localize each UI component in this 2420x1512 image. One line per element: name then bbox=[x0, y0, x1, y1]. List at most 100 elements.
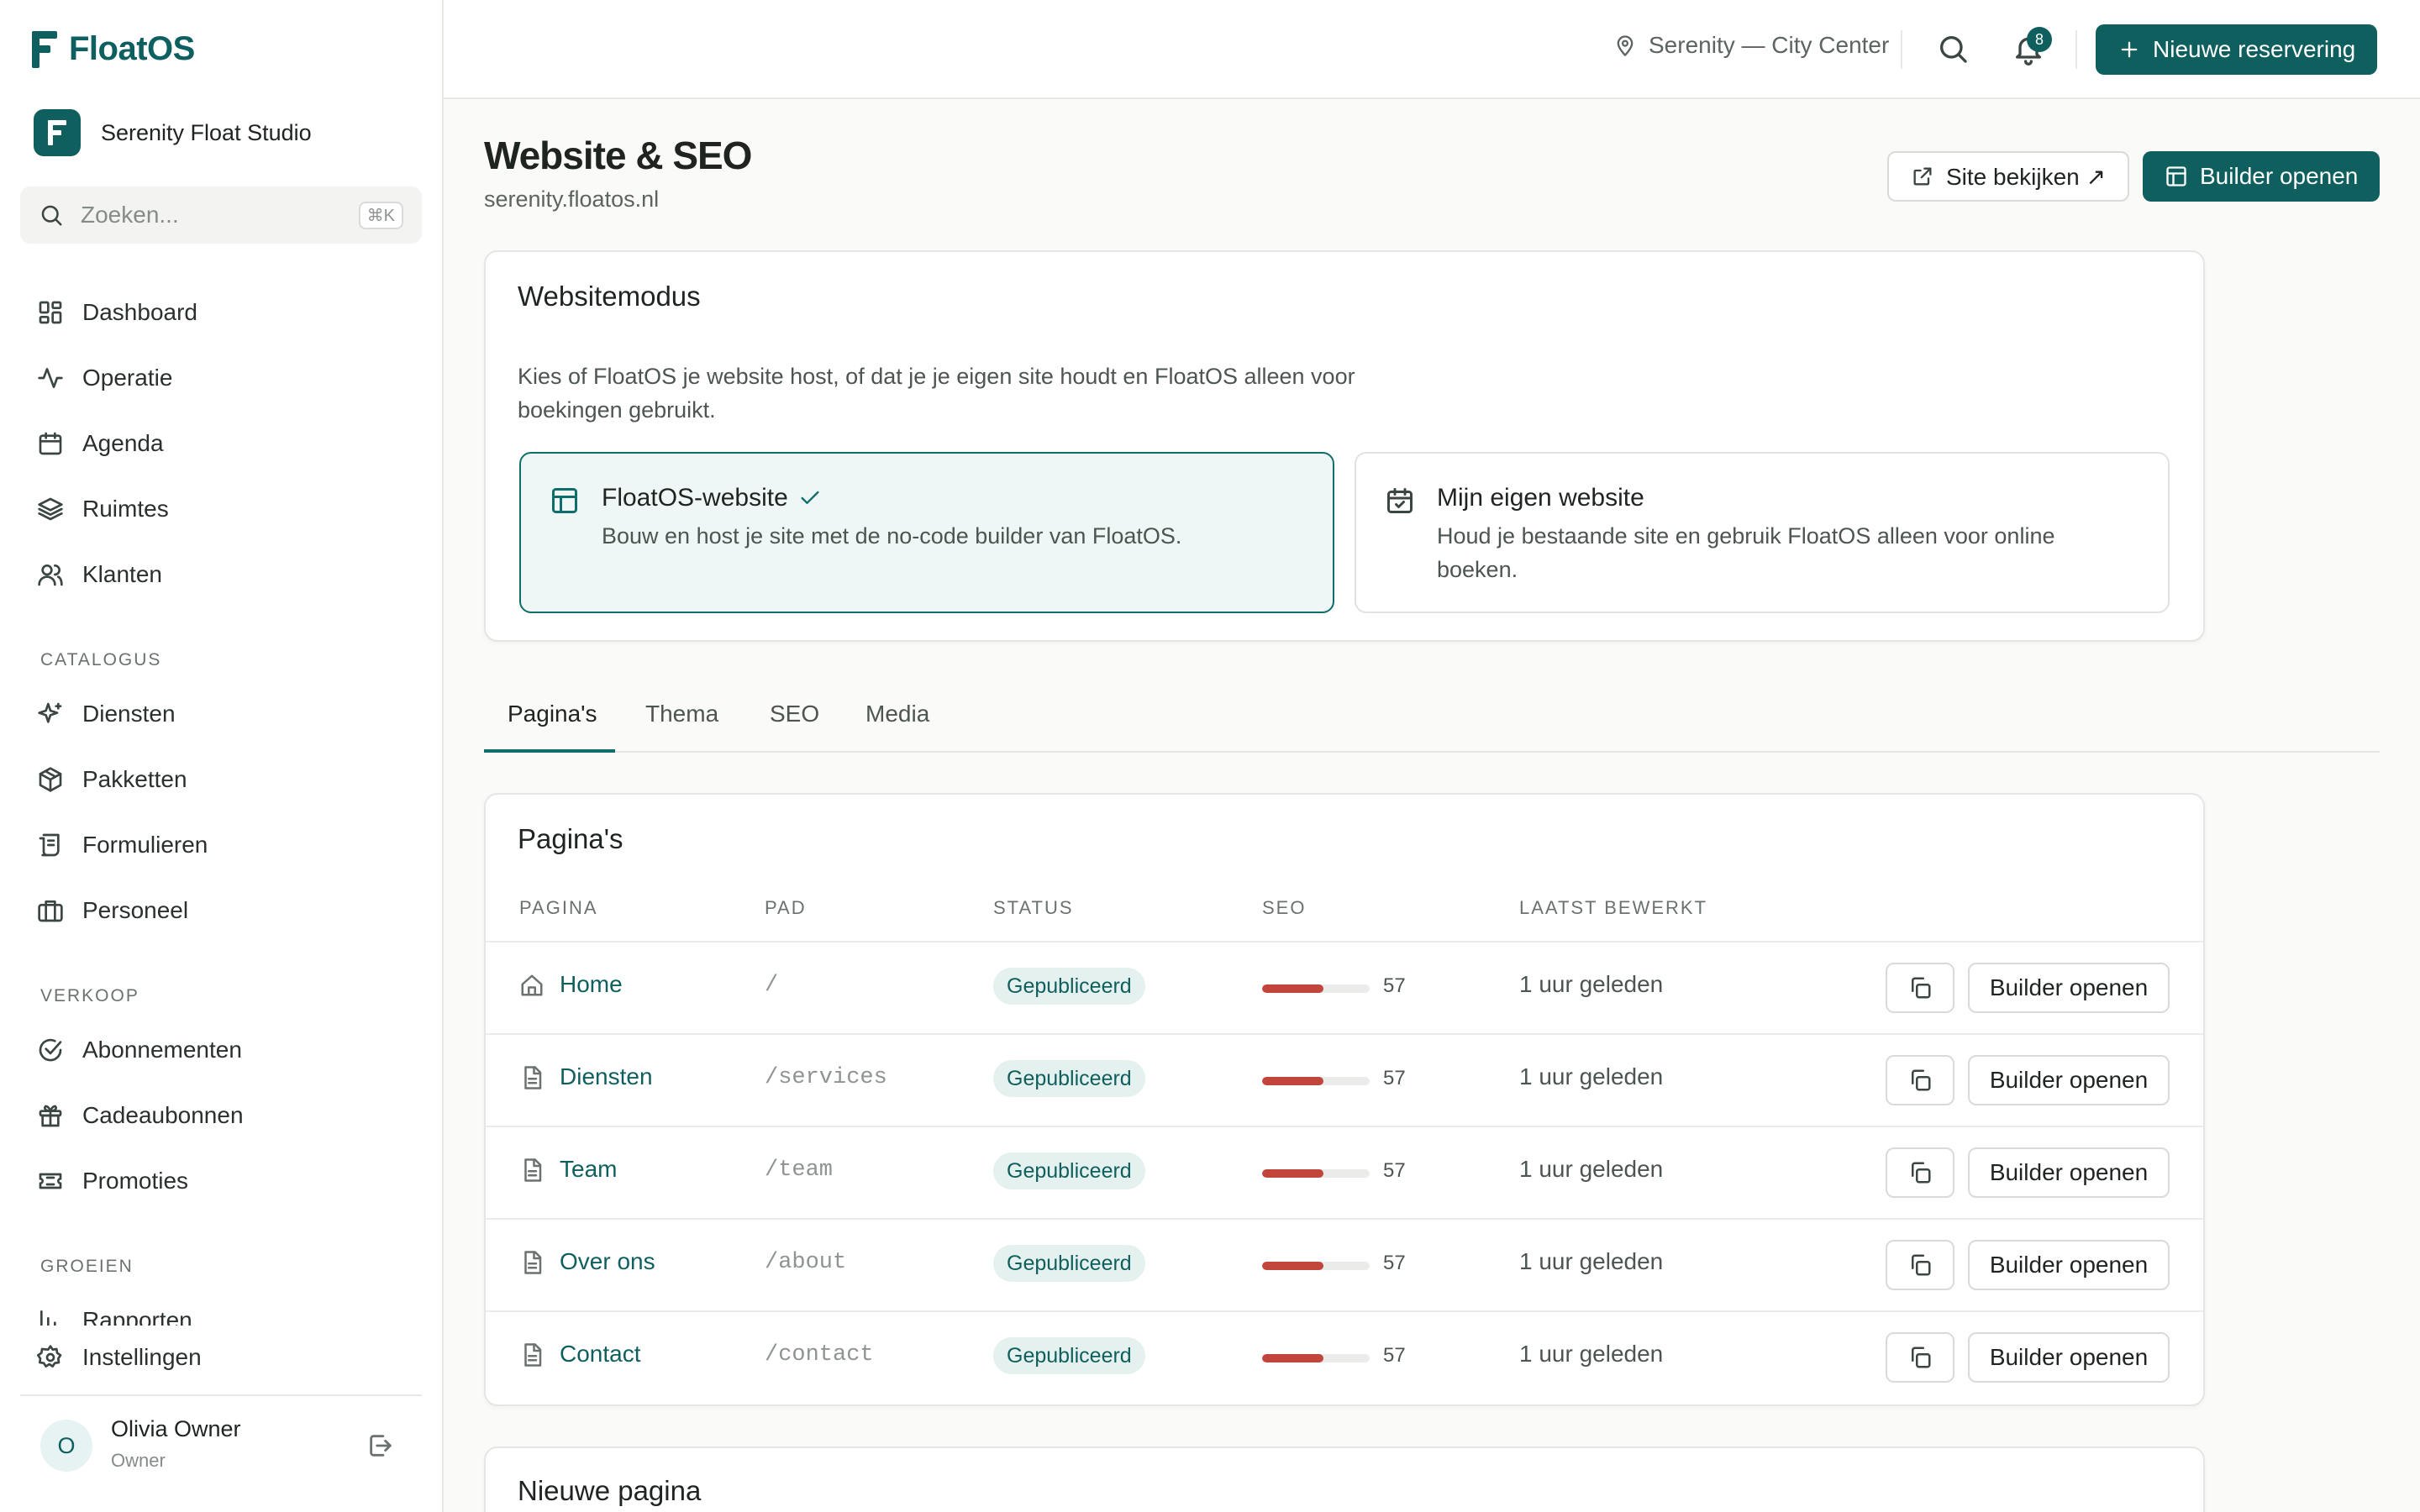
file-icon bbox=[524, 1251, 542, 1274]
check-icon bbox=[801, 491, 819, 504]
open-builder-button[interactable]: Builder openen bbox=[1968, 1147, 2170, 1198]
sidebar-item-pakketten[interactable]: Pakketten bbox=[37, 766, 187, 793]
page-title: Website & SEO bbox=[484, 134, 752, 177]
open-builder-button[interactable]: Builder openen bbox=[1968, 963, 2170, 1013]
bar-chart-icon bbox=[40, 1310, 56, 1326]
file-icon bbox=[524, 1158, 542, 1182]
topbar-search-button[interactable] bbox=[1936, 32, 1970, 66]
search-placeholder: Zoeken... bbox=[81, 202, 179, 228]
file-icon bbox=[524, 1066, 542, 1089]
website-mode-description: Kies of FloatOS je website host, of dat … bbox=[518, 364, 1355, 423]
user-role: Owner bbox=[111, 1450, 166, 1471]
topbar: Serenity — City Center 8 Nieuwe reserver… bbox=[444, 0, 2420, 99]
status-badge: Gepubliceerd bbox=[993, 1152, 1145, 1189]
sidebar-search[interactable]: Zoeken... ⌘K bbox=[20, 186, 422, 244]
tab-media[interactable]: Media bbox=[865, 701, 929, 727]
location-selector[interactable]: Serenity — City Center bbox=[1613, 32, 1889, 59]
page-name-link[interactable]: Home bbox=[560, 971, 623, 998]
mode-option-floatos[interactable]: FloatOS-website Bouw en host je site met… bbox=[519, 452, 1334, 613]
page-name-link[interactable]: Diensten bbox=[560, 1063, 653, 1090]
table-row: Team /team Gepubliceerd 57 1 uur geleden… bbox=[486, 1127, 2203, 1218]
sidebar-item-agenda[interactable]: Agenda bbox=[37, 430, 164, 457]
seo-score-bar bbox=[1262, 1077, 1370, 1085]
last-edited: 1 uur geleden bbox=[1519, 1156, 1664, 1182]
layers-icon bbox=[38, 497, 63, 521]
seo-score: 57 bbox=[1383, 1159, 1406, 1182]
groeien-list: Rapporten bbox=[0, 1294, 442, 1326]
sidebar-item-formulieren[interactable]: Formulieren bbox=[37, 832, 208, 858]
sidebar-item-rapporten[interactable]: Rapporten bbox=[37, 1307, 192, 1326]
duplicate-button[interactable] bbox=[1886, 1147, 1954, 1198]
last-edited: 1 uur geleden bbox=[1519, 971, 1664, 997]
plus-icon bbox=[2121, 41, 2138, 58]
duplicate-button[interactable] bbox=[1886, 963, 1954, 1013]
studio-switcher[interactable]: Serenity Float Studio bbox=[34, 109, 312, 156]
view-site-button[interactable]: Site bekijken ↗ bbox=[1887, 151, 2129, 202]
seo-score-bar bbox=[1262, 1354, 1370, 1362]
sidebar-item-personeel[interactable]: Personeel bbox=[37, 897, 188, 924]
map-pin-icon bbox=[1617, 35, 1634, 56]
page-name-link[interactable]: Over ons bbox=[560, 1248, 655, 1275]
sidebar-item-instellingen[interactable]: Instellingen bbox=[37, 1344, 202, 1371]
tab-paginas[interactable]: Pagina's bbox=[508, 701, 597, 727]
seo-score: 57 bbox=[1383, 1344, 1406, 1367]
seo-score-fill bbox=[1262, 1169, 1323, 1178]
sidebar-item-promoties[interactable]: Promoties bbox=[37, 1168, 188, 1194]
sidebar-item-diensten[interactable]: Diensten bbox=[37, 701, 176, 727]
avatar[interactable]: O bbox=[40, 1420, 92, 1472]
last-edited: 1 uur geleden bbox=[1519, 1063, 1664, 1089]
table-row: Diensten /services Gepubliceerd 57 1 uur… bbox=[486, 1035, 2203, 1126]
open-builder-button[interactable]: Builder openen bbox=[1968, 1332, 2170, 1383]
seo-score-bar bbox=[1262, 984, 1370, 993]
app-logo[interactable]: FloatOS bbox=[32, 30, 195, 68]
section-verkoop: VERKOOP bbox=[40, 986, 139, 1005]
check-circle-icon bbox=[39, 1038, 62, 1062]
new-reservation-button[interactable]: Nieuwe reservering bbox=[2096, 24, 2378, 75]
site-domain: serenity.floatos.nl bbox=[484, 186, 660, 212]
package-icon bbox=[39, 767, 62, 792]
table-row: Over ons /about Gepubliceerd 57 1 uur ge… bbox=[486, 1220, 2203, 1310]
tab-thema[interactable]: Thema bbox=[645, 701, 718, 727]
seo-score: 57 bbox=[1383, 974, 1406, 997]
duplicate-button[interactable] bbox=[1886, 1240, 1954, 1290]
copy-icon bbox=[1912, 1254, 1931, 1276]
notification-badge: 8 bbox=[2027, 27, 2052, 52]
logout-button[interactable] bbox=[366, 1431, 395, 1460]
user-divider bbox=[20, 1394, 422, 1396]
copy-icon bbox=[1912, 1069, 1931, 1091]
duplicate-button[interactable] bbox=[1886, 1055, 1954, 1105]
copy-icon bbox=[1912, 1347, 1931, 1368]
page-path: /team bbox=[765, 1158, 834, 1183]
open-builder-button[interactable]: Builder openen bbox=[2143, 151, 2381, 202]
mode-option-own-site[interactable]: Mijn eigen website Houd je bestaande sit… bbox=[1355, 452, 2170, 613]
users-icon bbox=[38, 564, 63, 586]
open-builder-button[interactable]: Builder openen bbox=[1968, 1240, 2170, 1290]
sidebar-item-abonnementen[interactable]: Abonnementen bbox=[37, 1037, 242, 1063]
last-edited: 1 uur geleden bbox=[1519, 1341, 1664, 1367]
page-name-link[interactable]: Team bbox=[560, 1156, 617, 1183]
open-builder-button[interactable]: Builder openen bbox=[1968, 1055, 2170, 1105]
gear-icon bbox=[37, 1345, 62, 1368]
status-badge: Gepubliceerd bbox=[993, 1060, 1145, 1097]
mode-option-title: Mijn eigen website bbox=[1437, 484, 1644, 512]
copy-icon bbox=[1912, 977, 1931, 999]
page-name-link[interactable]: Contact bbox=[560, 1341, 641, 1368]
page-path: / bbox=[765, 973, 779, 998]
sidebar-item-cadeaubonnen[interactable]: Cadeaubonnen bbox=[37, 1102, 244, 1129]
section-groeien: GROEIEN bbox=[40, 1257, 134, 1276]
search-icon bbox=[1940, 36, 1967, 63]
sidebar-item-klanten[interactable]: Klanten bbox=[37, 561, 162, 588]
section-catalogus: CATALOGUS bbox=[40, 650, 162, 669]
tab-seo[interactable]: SEO bbox=[770, 701, 819, 727]
seo-score: 57 bbox=[1383, 1067, 1406, 1089]
user-name: Olivia Owner bbox=[111, 1416, 241, 1441]
form-icon bbox=[39, 833, 60, 857]
duplicate-button[interactable] bbox=[1886, 1332, 1954, 1383]
page-path: /contact bbox=[765, 1342, 874, 1368]
sidebar-item-ruimtes[interactable]: Ruimtes bbox=[37, 496, 169, 522]
sidebar-item-operatie[interactable]: Operatie bbox=[37, 365, 172, 391]
seo-score: 57 bbox=[1383, 1252, 1406, 1274]
page-path: /services bbox=[765, 1065, 887, 1090]
sidebar-item-dashboard[interactable]: Dashboard bbox=[37, 299, 197, 326]
mode-option-desc: Houd je bestaande site en gebruik FloatO… bbox=[1437, 523, 2055, 582]
